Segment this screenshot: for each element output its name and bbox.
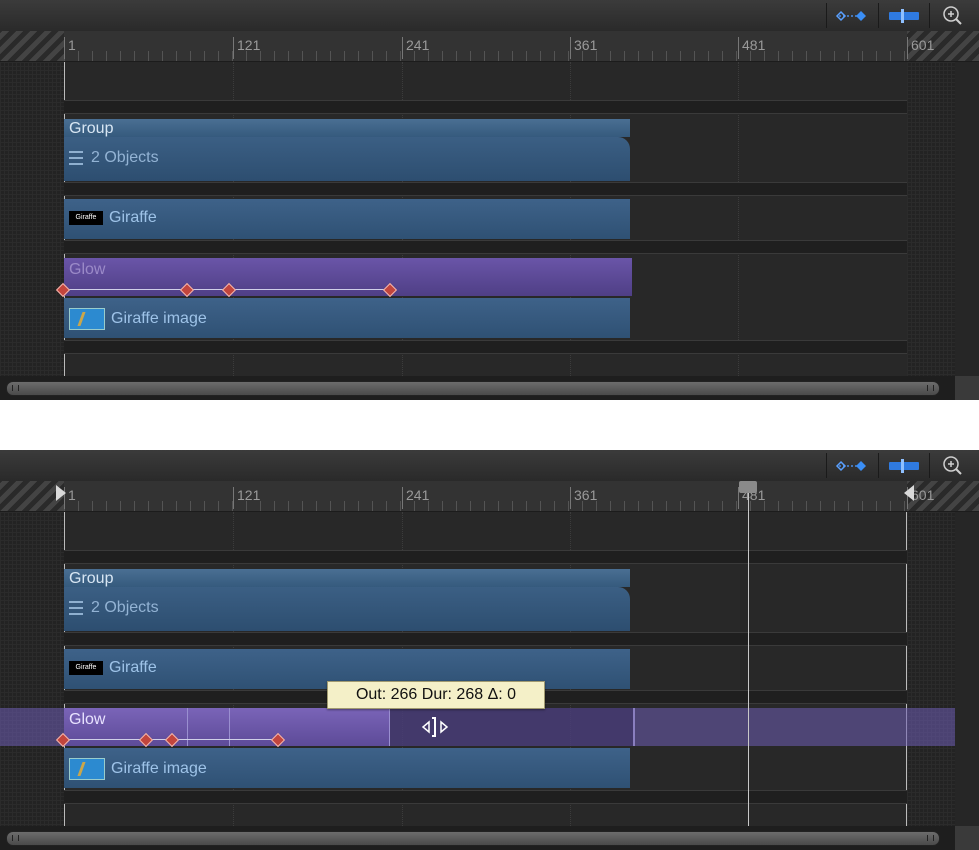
horizontal-scrollbar[interactable]: [0, 376, 955, 400]
ruler-tick: 481: [738, 37, 765, 59]
track-separator: [64, 632, 907, 646]
ruler-tick: 241: [402, 37, 429, 59]
hamburger-icon: [69, 150, 83, 165]
image-thumbnail: [69, 758, 105, 780]
ruler-tick: 241: [402, 487, 429, 509]
track-separator: [64, 340, 907, 354]
giraffe-image-bar[interactable]: Giraffe image: [64, 298, 630, 338]
scroll-corner: [955, 376, 979, 400]
group-label: Group: [69, 120, 114, 137]
ruler-out-of-range-left: [0, 31, 64, 61]
scroll-grip-right[interactable]: [927, 835, 934, 841]
timeline-toolbar: [0, 0, 979, 32]
giraffe-label: Giraffe: [109, 659, 157, 676]
ruler-tick: 121: [233, 37, 260, 59]
group-bar[interactable]: Group: [64, 119, 630, 137]
track-separator: [64, 550, 907, 564]
group-objects-bar[interactable]: 2 Objects: [64, 137, 630, 181]
hamburger-icon: [69, 600, 83, 615]
scrollbar-thumb[interactable]: [6, 831, 940, 846]
glow-bar[interactable]: Glow: [64, 708, 389, 746]
track-separator: [64, 100, 907, 114]
show-keyframes-button[interactable]: [826, 453, 877, 478]
timeline-panel-before: 1 121 241 361 481 601 Group 2 Objects Gi…: [0, 0, 979, 400]
glow-label: Glow: [69, 711, 106, 728]
zoom-icon: [943, 6, 962, 25]
track-gutter-left: [0, 62, 64, 376]
image-thumbnail: [69, 308, 105, 330]
giraffe-image-bar[interactable]: Giraffe image: [64, 748, 630, 788]
track-area: Group 2 Objects Giraffe Giraffe Glow Gira…: [0, 62, 979, 376]
ruler-tick: 1: [64, 37, 76, 59]
glow-label: Glow: [69, 261, 106, 278]
timeline-panel-after: 1 121 241 361 481 601 Group 2 Objects Gi…: [0, 450, 979, 850]
glow-divider: [187, 708, 188, 746]
scroll-corner: [955, 826, 979, 850]
giraffe-bar[interactable]: Giraffe Giraffe: [64, 199, 630, 239]
scroll-grip-left[interactable]: [12, 835, 19, 841]
track-separator: [64, 790, 907, 804]
scroll-grip-left[interactable]: [12, 385, 19, 391]
show-clips-button[interactable]: [878, 3, 929, 28]
ruler-tick: 361: [570, 487, 597, 509]
track-separator: [64, 240, 907, 254]
track-separator: [64, 182, 907, 196]
zoom-icon: [943, 456, 962, 475]
timeline-ruler[interactable]: 1 121 241 361 481 601: [0, 481, 979, 512]
glow-bar[interactable]: Glow: [64, 258, 632, 296]
keyframe-curve-icon: [835, 10, 866, 22]
show-keyframes-button[interactable]: [826, 3, 877, 28]
clip-icon: [889, 459, 919, 473]
keyframe-curve-icon: [835, 460, 866, 472]
group-objects-label: 2 Objects: [91, 599, 159, 616]
playhead-handle[interactable]: [739, 481, 757, 493]
giraffe-text-thumbnail: Giraffe: [69, 660, 103, 675]
clip-icon: [889, 9, 919, 23]
giraffe-label: Giraffe: [109, 209, 157, 226]
group-label: Group: [69, 570, 114, 587]
playhead[interactable]: [748, 493, 749, 826]
giraffe-image-label: Giraffe image: [111, 310, 207, 328]
ruler-tick: 361: [570, 37, 597, 59]
group-objects-label: 2 Objects: [91, 149, 159, 166]
track-gutter-right: [907, 512, 955, 826]
giraffe-image-label: Giraffe image: [111, 760, 207, 778]
track-area: Group 2 Objects Giraffe Giraffe Giraffe i…: [0, 512, 979, 826]
trim-tooltip: Out: 266 Dur: 268 Δ: 0: [327, 681, 545, 709]
show-clips-button[interactable]: [878, 453, 929, 478]
group-objects-bar[interactable]: 2 Objects: [64, 587, 630, 631]
zoom-button[interactable]: [929, 3, 979, 28]
horizontal-scrollbar[interactable]: [0, 826, 955, 850]
giraffe-text-thumbnail: Giraffe: [69, 210, 103, 225]
ruler-tick: 601: [907, 37, 934, 59]
glow-out-point[interactable]: [389, 708, 390, 746]
scroll-grip-right[interactable]: [927, 385, 934, 391]
play-range-in-marker-icon[interactable]: [55, 484, 67, 502]
ruler-minor-ticks: [64, 51, 907, 61]
ruler-tick: 121: [233, 487, 260, 509]
timeline-ruler[interactable]: 1 121 241 361 481 601: [0, 31, 979, 62]
glow-divider: [229, 708, 230, 746]
zoom-button[interactable]: [929, 453, 979, 478]
timeline-toolbar: [0, 450, 979, 482]
group-bar[interactable]: Group: [64, 569, 630, 587]
track-gutter-right: [907, 62, 955, 376]
track-gutter-left: [0, 512, 64, 826]
trim-cursor-icon: [421, 717, 449, 737]
scrollbar-thumb[interactable]: [6, 381, 940, 396]
ruler-minor-ticks: [64, 501, 907, 511]
play-range-out-marker-icon[interactable]: [903, 484, 915, 502]
